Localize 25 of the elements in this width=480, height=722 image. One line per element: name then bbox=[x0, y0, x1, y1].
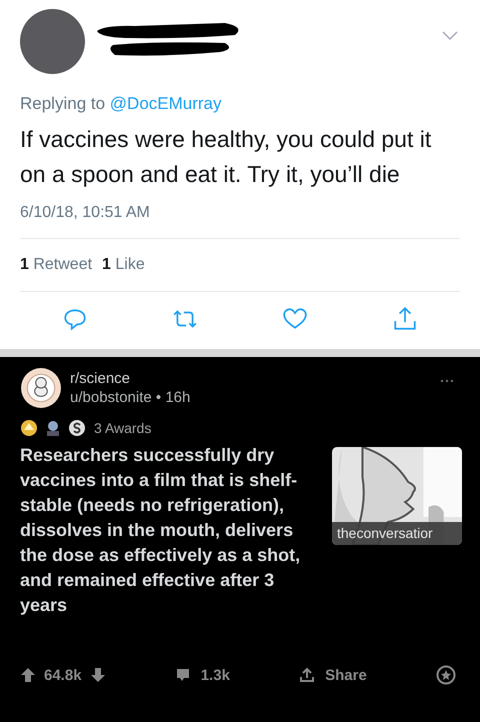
downvote-icon[interactable] bbox=[90, 667, 106, 683]
upvote-icon[interactable] bbox=[20, 667, 36, 683]
chevron-down-icon[interactable] bbox=[442, 31, 458, 41]
share-button[interactable]: Share bbox=[299, 666, 367, 684]
share-icon bbox=[299, 667, 316, 683]
replying-to-text: Replying to @DocEMurray bbox=[20, 94, 223, 114]
award-icon bbox=[20, 419, 38, 437]
share-icon[interactable] bbox=[392, 306, 418, 332]
more-options-icon[interactable] bbox=[440, 379, 454, 383]
stat-count[interactable]: 1 Retweet bbox=[20, 256, 92, 274]
subreddit-icon[interactable] bbox=[20, 367, 62, 409]
comments-button[interactable]: 1.3k bbox=[174, 666, 230, 684]
post-title[interactable]: Researchers successfully dry vaccines into a film that is shelf-stable (needs no refrigeration), dissolves in the mouth, delivers the dose as effectively as a shot, and remained effective after 3 years bbox=[20, 443, 320, 618]
link-domain: theconversatior bbox=[332, 522, 462, 545]
stat-count[interactable]: 1 Like bbox=[102, 256, 145, 274]
comment-icon bbox=[174, 667, 191, 683]
timestamp: 6/10/18, 10:51 AM bbox=[20, 204, 151, 222]
award-icon bbox=[68, 419, 86, 437]
awards-count[interactable]: 3 Awards bbox=[94, 420, 152, 436]
award-icon bbox=[44, 419, 62, 437]
tweet-text: If vaccines were healthy, you could put it on a spoon and eat it. Try it, you’ll die bbox=[20, 125, 432, 189]
score: 64.8k bbox=[44, 666, 82, 684]
post-author-meta: u/bobstonite • 16h bbox=[70, 389, 190, 406]
subreddit-name[interactable]: r/science bbox=[70, 370, 190, 387]
link-thumbnail[interactable]: theconversatior bbox=[332, 447, 462, 545]
